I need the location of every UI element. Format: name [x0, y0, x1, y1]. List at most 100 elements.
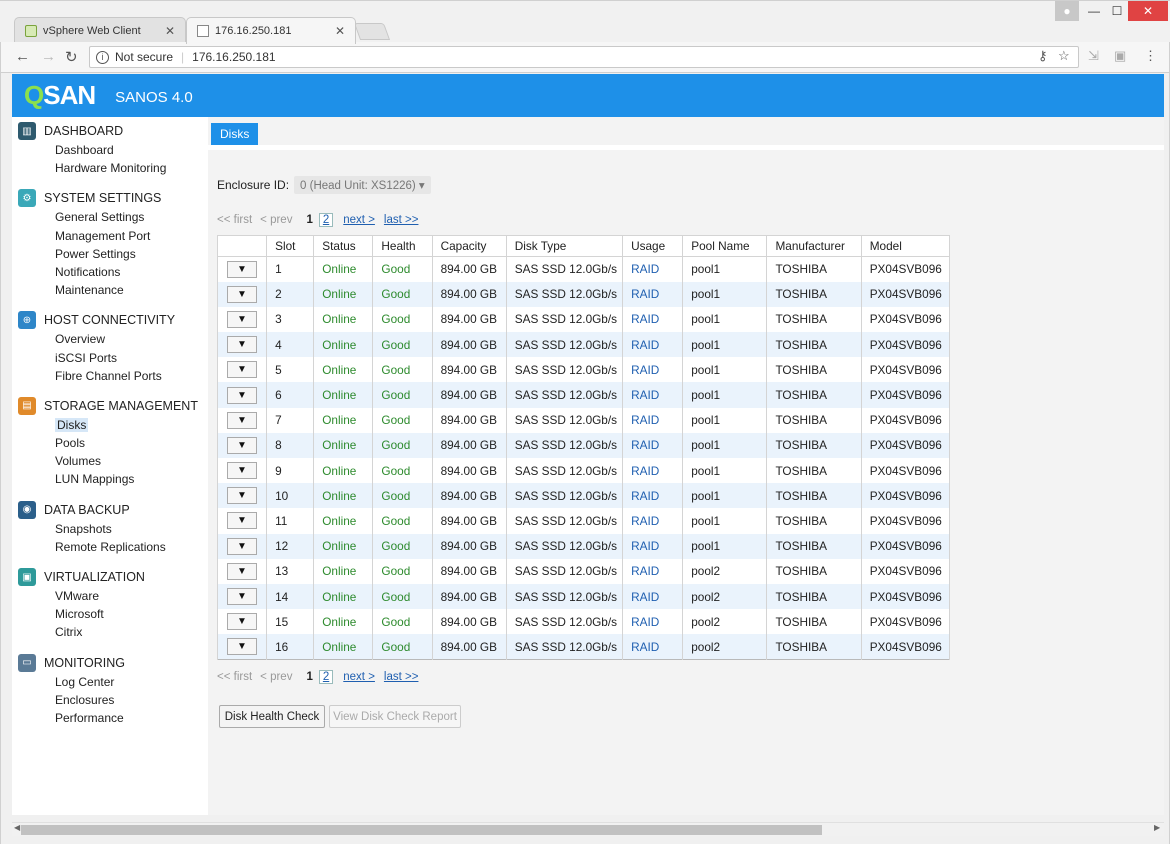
close-tab-icon[interactable]: ✕: [335, 24, 345, 38]
table-row[interactable]: ▼ 16 Online Good 894.00 GB SAS SSD 12.0Gb/s RA…: [216, 634, 951, 660]
sidebar-item-fibre-channel-ports[interactable]: Fibre Channel Ports: [12, 367, 208, 385]
usage-cell[interactable]: RAID: [622, 306, 684, 333]
sidebar-item-overview[interactable]: Overview: [12, 330, 208, 348]
table-row[interactable]: ▼ 6 Online Good 894.00 GB SAS SSD 12.0Gb/s RAI…: [216, 382, 951, 408]
row-menu-button[interactable]: ▼: [227, 638, 257, 656]
sidebar-section-header[interactable]: ▥ DASHBOARD: [12, 121, 208, 141]
pager-last[interactable]: last >>: [384, 214, 419, 226]
row-menu-button[interactable]: ▼: [227, 512, 257, 530]
usage-cell[interactable]: RAID: [622, 382, 684, 408]
row-menu-button[interactable]: ▼: [227, 462, 257, 480]
pager-page-2[interactable]: 2: [318, 670, 334, 684]
row-menu-button[interactable]: ▼: [227, 310, 257, 328]
close-tab-icon[interactable]: ✕: [165, 24, 175, 38]
row-menu-button[interactable]: ▼: [227, 361, 257, 379]
row-menu-button[interactable]: ▼: [227, 562, 257, 580]
column-header[interactable]: Capacity: [431, 235, 507, 257]
column-header[interactable]: Status: [313, 235, 374, 257]
key-icon[interactable]: ⚷: [1038, 48, 1048, 64]
sidebar-item-volumes[interactable]: Volumes: [12, 452, 208, 470]
sidebar-item-enclosures[interactable]: Enclosures: [12, 691, 208, 709]
column-header[interactable]: Health: [372, 235, 433, 257]
column-header[interactable]: Pool Name: [682, 235, 768, 257]
usage-cell[interactable]: RAID: [622, 357, 684, 383]
row-menu-button[interactable]: ▼: [227, 588, 257, 606]
table-row[interactable]: ▼ 10 Online Good 894.00 GB SAS SSD 12.0Gb/s RA…: [216, 483, 951, 509]
table-row[interactable]: ▼ 9 Online Good 894.00 GB SAS SSD 12.0Gb/s RAI…: [216, 458, 951, 484]
pager-page-2[interactable]: 2: [318, 213, 334, 227]
row-menu-button[interactable]: ▼: [227, 613, 257, 631]
table-row[interactable]: ▼ 12 Online Good 894.00 GB SAS SSD 12.0Gb/s RA…: [216, 533, 951, 559]
menu-icon[interactable]: ⋮: [1144, 48, 1157, 64]
tab-current[interactable]: 176.16.250.181 ✕: [186, 17, 356, 44]
usage-cell[interactable]: RAID: [622, 508, 684, 534]
sidebar-item-disks[interactable]: Disks: [12, 416, 208, 434]
table-row[interactable]: ▼ 5 Online Good 894.00 GB SAS SSD 12.0Gb/s RAI…: [216, 357, 951, 383]
row-menu-button[interactable]: ▼: [227, 336, 257, 354]
sidebar-item-management-port[interactable]: Management Port: [12, 227, 208, 245]
window-close-icon[interactable]: ✕: [1128, 1, 1168, 21]
sidebar-item-hardware-monitoring[interactable]: Hardware Monitoring: [12, 159, 208, 177]
sidebar-item-lun-mappings[interactable]: LUN Mappings: [12, 470, 208, 488]
scroll-left-icon[interactable]: ◀: [14, 823, 20, 832]
sidebar-item-remote-replications[interactable]: Remote Replications: [12, 538, 208, 556]
pager-next[interactable]: next >: [343, 214, 375, 226]
column-header[interactable]: [216, 235, 268, 257]
sidebar-item-performance[interactable]: Performance: [12, 709, 208, 727]
usage-cell[interactable]: RAID: [622, 533, 684, 559]
usage-cell[interactable]: RAID: [622, 256, 684, 282]
row-menu-button[interactable]: ▼: [227, 487, 257, 505]
forward-icon[interactable]: →: [41, 48, 56, 65]
extension-icon[interactable]: ⇲: [1088, 48, 1099, 64]
sidebar-item-general-settings[interactable]: General Settings: [12, 208, 208, 226]
sidebar-section-header[interactable]: ▭ MONITORING: [12, 653, 208, 673]
sidebar-item-vmware[interactable]: VMware: [12, 587, 208, 605]
sidebar-item-iscsi-ports[interactable]: iSCSI Ports: [12, 349, 208, 367]
row-menu-button[interactable]: ▼: [227, 537, 257, 555]
table-row[interactable]: ▼ 8 Online Good 894.00 GB SAS SSD 12.0Gb/s RAI…: [216, 432, 951, 458]
sidebar-section-header[interactable]: ⚙ SYSTEM SETTINGS: [12, 188, 208, 208]
usage-cell[interactable]: RAID: [622, 558, 684, 584]
sidebar-item-log-center[interactable]: Log Center: [12, 673, 208, 691]
table-row[interactable]: ▼ 4 Online Good 894.00 GB SAS SSD 12.0Gb/s RAI…: [216, 332, 951, 358]
sidebar-item-snapshots[interactable]: Snapshots: [12, 520, 208, 538]
column-header[interactable]: Slot: [266, 235, 315, 257]
enclosure-select[interactable]: 0 (Head Unit: XS1226) ▾: [294, 176, 431, 194]
tab-vsphere[interactable]: vSphere Web Client ✕: [14, 17, 186, 44]
maximize-icon[interactable]: ☐: [1103, 1, 1131, 21]
usage-cell[interactable]: RAID: [622, 432, 684, 458]
table-row[interactable]: ▼ 2 Online Good 894.00 GB SAS SSD 12.0Gb/s RAI…: [216, 281, 951, 307]
column-header[interactable]: Usage: [622, 235, 684, 257]
sidebar-section-header[interactable]: ◉ DATA BACKUP: [12, 500, 208, 520]
usage-cell[interactable]: RAID: [622, 281, 684, 307]
sidebar-item-pools[interactable]: Pools: [12, 434, 208, 452]
sidebar-section-header[interactable]: ⊕ HOST CONNECTIVITY: [12, 310, 208, 330]
table-row[interactable]: ▼ 7 Online Good 894.00 GB SAS SSD 12.0Gb/s RAI…: [216, 407, 951, 433]
table-row[interactable]: ▼ 1 Online Good 894.00 GB SAS SSD 12.0Gb/s RAI…: [216, 256, 951, 282]
sidebar-section-header[interactable]: ▣ VIRTUALIZATION: [12, 567, 208, 587]
usage-cell[interactable]: RAID: [622, 458, 684, 484]
pager-last[interactable]: last >>: [384, 671, 419, 683]
scroll-right-icon[interactable]: ▶: [1154, 823, 1160, 832]
sidebar-item-power-settings[interactable]: Power Settings: [12, 245, 208, 263]
user-profile-icon[interactable]: ●: [1055, 1, 1079, 21]
row-menu-button[interactable]: ▼: [227, 285, 257, 303]
tab-disks[interactable]: Disks: [211, 123, 259, 145]
table-row[interactable]: ▼ 14 Online Good 894.00 GB SAS SSD 12.0Gb/s RA…: [216, 583, 951, 610]
usage-cell[interactable]: RAID: [622, 407, 684, 433]
back-icon[interactable]: ←: [15, 48, 30, 65]
row-menu-button[interactable]: ▼: [227, 436, 257, 454]
usage-cell[interactable]: RAID: [622, 583, 684, 610]
column-header[interactable]: Disk Type: [505, 235, 624, 257]
row-menu-button[interactable]: ▼: [227, 411, 257, 429]
column-header[interactable]: Manufacturer: [766, 235, 862, 257]
sidebar-item-maintenance[interactable]: Maintenance: [12, 281, 208, 299]
reload-icon[interactable]: ↻: [65, 48, 78, 66]
column-header[interactable]: Model: [860, 235, 951, 257]
usage-cell[interactable]: RAID: [622, 609, 684, 635]
row-menu-button[interactable]: ▼: [227, 260, 257, 278]
table-row[interactable]: ▼ 11 Online Good 894.00 GB SAS SSD 12.0Gb/s RA…: [216, 508, 951, 534]
usage-cell[interactable]: RAID: [622, 483, 684, 509]
new-tab-button[interactable]: [353, 23, 391, 40]
scrollbar-thumb[interactable]: [21, 825, 822, 835]
